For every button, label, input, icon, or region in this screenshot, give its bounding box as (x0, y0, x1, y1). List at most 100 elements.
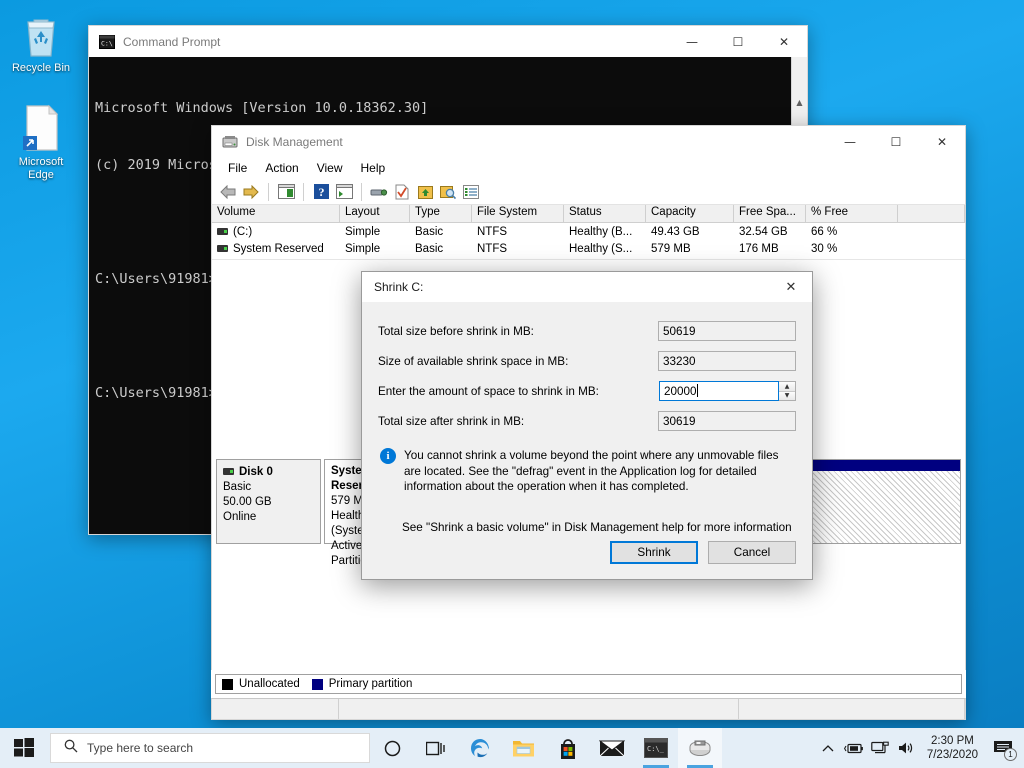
notification-center-button[interactable]: 1 (986, 728, 1020, 768)
taskbar-disk-management[interactable] (678, 728, 722, 768)
shrink-button[interactable]: Shrink (610, 541, 698, 564)
cmd-close-button[interactable]: ✕ (761, 26, 807, 58)
clock-time: 2:30 PM (931, 735, 974, 747)
cell-file-system: NTFS (477, 242, 508, 255)
tray-chevron-up-icon[interactable] (815, 728, 841, 768)
volume-icon (217, 244, 228, 252)
dm-close-button[interactable]: ✕ (919, 126, 965, 158)
start-button[interactable] (0, 728, 48, 768)
show-console-tree-icon[interactable] (334, 182, 354, 202)
disk-info-panel[interactable]: Disk 0 Basic 50.00 GB Online (216, 459, 321, 544)
cmd-line: Microsoft Windows [Version 10.0.18362.30… (95, 100, 429, 116)
cmd-minimize-button[interactable]: — (669, 26, 715, 58)
check-disk-icon[interactable] (392, 182, 412, 202)
network-icon[interactable] (867, 728, 893, 768)
column-header-type[interactable]: Type (410, 205, 472, 223)
back-arrow-icon[interactable] (218, 182, 238, 202)
help-link-text: See "Shrink a basic volume" in Disk Mana… (402, 520, 792, 534)
total-size-before-value: 50619 (658, 321, 796, 341)
scroll-up-arrow-icon[interactable]: ▲ (792, 95, 807, 111)
column-header-layout[interactable]: Layout (340, 205, 410, 223)
taskbar-mail[interactable] (590, 728, 634, 768)
disk-management-icon (222, 134, 238, 150)
cmd-title-text: Command Prompt (123, 34, 221, 49)
search-placeholder: Type here to search (87, 741, 194, 755)
system-tray: 2:30 PM 7/23/2020 1 (815, 728, 1024, 768)
toolbar-separator (303, 182, 304, 201)
column-header-free-space[interactable]: Free Spa... (734, 205, 806, 223)
desktop-icon-recycle-bin[interactable]: Recycle Bin (2, 10, 80, 75)
mail-icon (599, 740, 625, 756)
search-input[interactable]: Type here to search (50, 733, 370, 763)
properties-icon[interactable] (369, 182, 389, 202)
microsoft-store-icon (561, 738, 575, 759)
shrink-dialog-close-button[interactable]: ✕ (770, 272, 812, 302)
available-shrink-space-value: 33230 (658, 351, 796, 371)
menu-item-view[interactable]: View (309, 159, 351, 177)
battery-icon[interactable] (841, 728, 867, 768)
cmd-titlebar[interactable]: C:\ Command Prompt — ☐ ✕ (88, 25, 808, 57)
upgrade-disk-icon[interactable] (415, 182, 435, 202)
cmd-maximize-button[interactable]: ☐ (715, 26, 761, 58)
cell-layout: Simple (345, 242, 381, 255)
menu-item-action[interactable]: Action (257, 159, 306, 177)
taskbar-microsoft-store[interactable] (546, 728, 590, 768)
cortana-icon (384, 740, 400, 756)
cell-free-space: 176 MB (739, 242, 779, 255)
taskbar: Type here to search C:\_ 2:30 PM 7/23/20… (0, 728, 1024, 768)
list-view-icon[interactable] (461, 182, 481, 202)
dm-status-bar (211, 698, 966, 720)
stepper-up-icon[interactable]: ▲ (779, 382, 795, 392)
svg-text:C:\: C:\ (101, 39, 113, 47)
stepper-down-icon[interactable]: ▼ (779, 391, 795, 400)
cell-status: Healthy (S... (569, 242, 633, 255)
taskbar-command-prompt[interactable]: C:\_ (634, 728, 678, 768)
cancel-button[interactable]: Cancel (708, 541, 796, 564)
menu-item-file[interactable]: File (220, 159, 255, 177)
command-prompt-icon: C:\_ (644, 738, 668, 758)
volume-icon[interactable] (893, 728, 919, 768)
taskbar-microsoft-edge[interactable] (458, 728, 502, 768)
dm-titlebar[interactable]: Disk Management — ☐ ✕ (211, 125, 966, 157)
help-icon[interactable]: ? (311, 182, 331, 202)
column-header-capacity[interactable]: Capacity (646, 205, 734, 223)
inspect-icon[interactable] (438, 182, 458, 202)
task-view-button[interactable] (414, 728, 458, 768)
volume-icon (217, 227, 228, 235)
shrink-dialog-titlebar[interactable]: Shrink C: ✕ (362, 272, 812, 302)
cell-capacity: 49.43 GB (651, 225, 700, 238)
shrink-volume-dialog[interactable]: Shrink C: ✕ Total size before shrink in … (361, 271, 813, 580)
cell-type: Basic (415, 242, 444, 255)
table-row[interactable]: (C:) Simple Basic NTFS Healthy (B... 49.… (212, 223, 965, 240)
clock-date: 7/23/2020 (926, 749, 978, 761)
disk-type: Basic (223, 481, 252, 493)
dm-minimize-button[interactable]: — (827, 126, 873, 158)
cell-layout: Simple (345, 225, 381, 238)
cell-free-space: 32.54 GB (739, 225, 788, 238)
column-header-percent-free[interactable]: % Free (806, 205, 898, 223)
shrink-amount-input[interactable]: 20000 (659, 381, 779, 401)
desktop-icon-label: Recycle Bin (11, 62, 71, 74)
info-message-text: You cannot shrink a volume beyond the po… (404, 449, 779, 493)
table-row[interactable]: System Reserved Simple Basic NTFS Health… (212, 240, 965, 257)
cortana-button[interactable] (370, 728, 414, 768)
notification-badge: 1 (1004, 748, 1017, 761)
forward-arrow-icon[interactable] (241, 182, 261, 202)
column-header-file-system[interactable]: File System (472, 205, 564, 223)
command-prompt-icon: C:\ (99, 34, 115, 50)
dm-toolbar: ? (211, 179, 966, 205)
cell-type: Basic (415, 225, 444, 238)
column-header-blank[interactable] (898, 205, 965, 223)
menu-item-help[interactable]: Help (353, 159, 394, 177)
taskbar-file-explorer[interactable] (502, 728, 546, 768)
dm-maximize-button[interactable]: ☐ (873, 126, 919, 158)
column-header-status[interactable]: Status (564, 205, 646, 223)
taskbar-clock[interactable]: 2:30 PM 7/23/2020 (919, 734, 986, 762)
info-message: i You cannot shrink a volume beyond the … (378, 448, 796, 495)
column-header-volume[interactable]: Volume (212, 205, 340, 223)
shrink-amount-stepper[interactable]: ▲ ▼ (779, 381, 796, 401)
desktop-icon-microsoft-edge[interactable]: Microsoft Edge (2, 104, 80, 182)
shrink-amount-control[interactable]: 20000 ▲ ▼ (659, 381, 796, 401)
show-pane-icon[interactable] (276, 182, 296, 202)
disk-icon (223, 468, 234, 476)
